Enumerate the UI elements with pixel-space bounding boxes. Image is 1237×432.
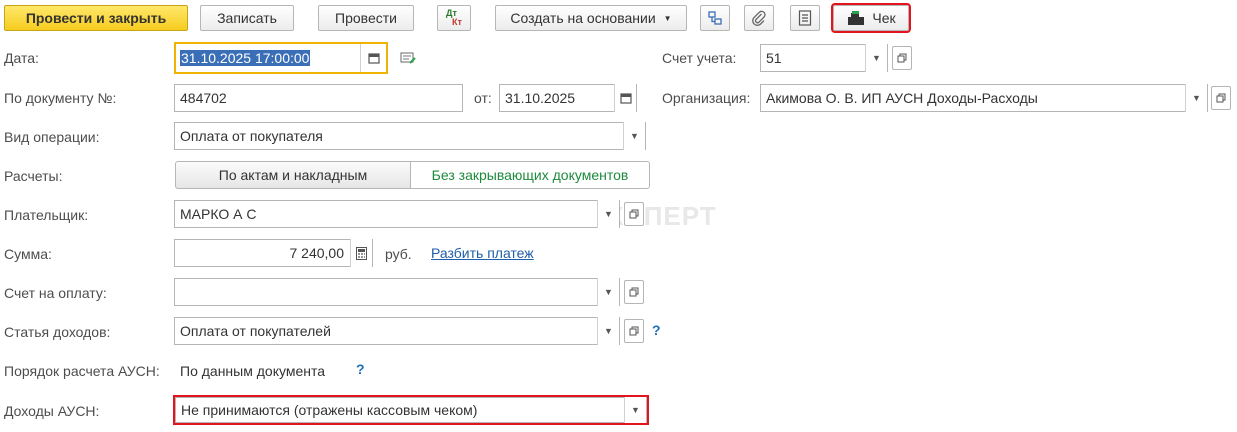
account-value: 51: [766, 50, 782, 66]
post-and-close-label: Провести и закрыть: [25, 10, 167, 26]
document-list-icon: [798, 10, 812, 26]
income-item-open-button[interactable]: [624, 319, 644, 343]
payer-open-button[interactable]: [624, 202, 644, 226]
cash-register-icon: [848, 11, 865, 25]
chevron-down-icon: ▼: [663, 13, 672, 23]
date-label: Дата:: [4, 50, 39, 66]
operation-type-field[interactable]: Оплата от покупателя: [174, 122, 646, 150]
ausn-calc-label: Порядок расчета АУСН:: [4, 363, 160, 379]
invoice-dropdown[interactable]: ▼: [597, 278, 619, 306]
date-field[interactable]: 31.10.2025 17:00:00: [174, 42, 388, 74]
post-label: Провести: [335, 10, 397, 26]
doc-date-value: 31.10.2025: [505, 90, 576, 106]
payer-value: МАРКО А С: [180, 206, 257, 222]
date-value: 31.10.2025 17:00:00: [180, 50, 311, 66]
currency-label: руб.: [385, 246, 412, 262]
settlements-no-docs-label: Без закрывающих документов: [431, 167, 629, 183]
open-window-icon: [629, 209, 639, 219]
paperclip-icon: [752, 10, 766, 26]
calendar-icon: [367, 53, 380, 64]
income-item-value: Оплата от покупателей: [180, 323, 331, 339]
report-button[interactable]: [790, 5, 820, 31]
ausn-income-field[interactable]: Не принимаются (отражены кассовым чеком): [173, 395, 649, 425]
comment-icon[interactable]: [400, 52, 416, 69]
structure-button[interactable]: [700, 5, 730, 31]
doc-number-label: По документу №:: [4, 90, 117, 106]
doc-date-from-label: от:: [474, 90, 492, 106]
operation-type-label: Вид операции:: [4, 129, 100, 145]
organization-label: Организация:: [662, 90, 751, 106]
invoice-label: Счет на оплату:: [4, 285, 107, 301]
payer-label: Плательщик:: [4, 207, 89, 223]
doc-date-calendar-button[interactable]: [614, 84, 636, 112]
calculator-button[interactable]: [350, 239, 372, 267]
post-button[interactable]: Провести: [318, 5, 414, 31]
organization-field[interactable]: Акимова О. В. ИП АУСН Доходы-Расходы: [760, 84, 1208, 112]
organization-dropdown[interactable]: ▼: [1185, 84, 1207, 112]
payer-field[interactable]: МАРКО А С: [174, 200, 620, 228]
open-window-icon: [629, 326, 639, 336]
amount-field[interactable]: 7 240,00: [174, 239, 373, 267]
split-payment-link[interactable]: Разбить платеж: [431, 245, 534, 261]
income-item-help-icon[interactable]: ?: [652, 322, 661, 338]
dt-kt-icon: Дт Кт: [446, 8, 462, 27]
account-open-button[interactable]: [892, 46, 912, 70]
open-window-icon: [629, 287, 639, 297]
invoice-field[interactable]: [174, 278, 620, 306]
ausn-income-value: Не принимаются (отражены кассовым чеком): [181, 402, 478, 418]
receipt-button[interactable]: Чек: [831, 3, 911, 33]
attach-button[interactable]: [744, 5, 774, 31]
settlements-acts-option[interactable]: По актам и накладным: [175, 161, 411, 189]
doc-number-value: 484702: [180, 90, 227, 106]
ausn-calc-value: По данным документа: [180, 363, 325, 379]
organization-open-button[interactable]: [1211, 86, 1231, 110]
settlements-acts-label: По актам и накладным: [218, 167, 368, 183]
income-item-dropdown[interactable]: ▼: [597, 317, 619, 345]
calendar-button[interactable]: [360, 44, 386, 72]
save-button[interactable]: Записать: [200, 5, 294, 31]
save-label: Записать: [217, 10, 277, 26]
organization-value: Акимова О. В. ИП АУСН Доходы-Расходы: [766, 90, 1038, 106]
create-based-on-button[interactable]: Создать на основании ▼: [495, 5, 687, 31]
account-dropdown[interactable]: ▼: [865, 44, 887, 72]
operation-type-dropdown[interactable]: ▼: [623, 122, 645, 150]
open-window-icon: [1216, 93, 1226, 103]
settlements-no-docs-option[interactable]: Без закрывающих документов: [410, 161, 650, 189]
income-item-field[interactable]: Оплата от покупателей: [174, 317, 620, 345]
dt-kt-button[interactable]: Дт Кт: [437, 5, 471, 31]
open-window-icon: [897, 53, 907, 63]
invoice-open-button[interactable]: [624, 280, 644, 304]
calendar-icon: [619, 93, 632, 104]
ausn-income-label: Доходы АУСН:: [4, 403, 100, 419]
post-and-close-button[interactable]: Провести и закрыть: [4, 5, 188, 31]
doc-number-field[interactable]: 484702: [174, 84, 463, 112]
operation-type-value: Оплата от покупателя: [180, 128, 323, 144]
amount-value: 7 240,00: [289, 245, 345, 261]
settlements-label: Расчеты:: [4, 168, 63, 184]
receipt-label: Чек: [872, 10, 896, 26]
structure-icon: [708, 11, 722, 25]
ausn-income-dropdown[interactable]: ▼: [624, 397, 646, 423]
payer-dropdown[interactable]: ▼: [597, 200, 619, 228]
amount-label: Сумма:: [4, 246, 52, 262]
account-label: Счет учета:: [662, 50, 737, 66]
income-item-label: Статья доходов:: [4, 324, 111, 340]
create-based-on-label: Создать на основании: [510, 10, 656, 26]
ausn-calc-help-icon[interactable]: ?: [356, 361, 365, 377]
calculator-icon: [356, 246, 367, 260]
